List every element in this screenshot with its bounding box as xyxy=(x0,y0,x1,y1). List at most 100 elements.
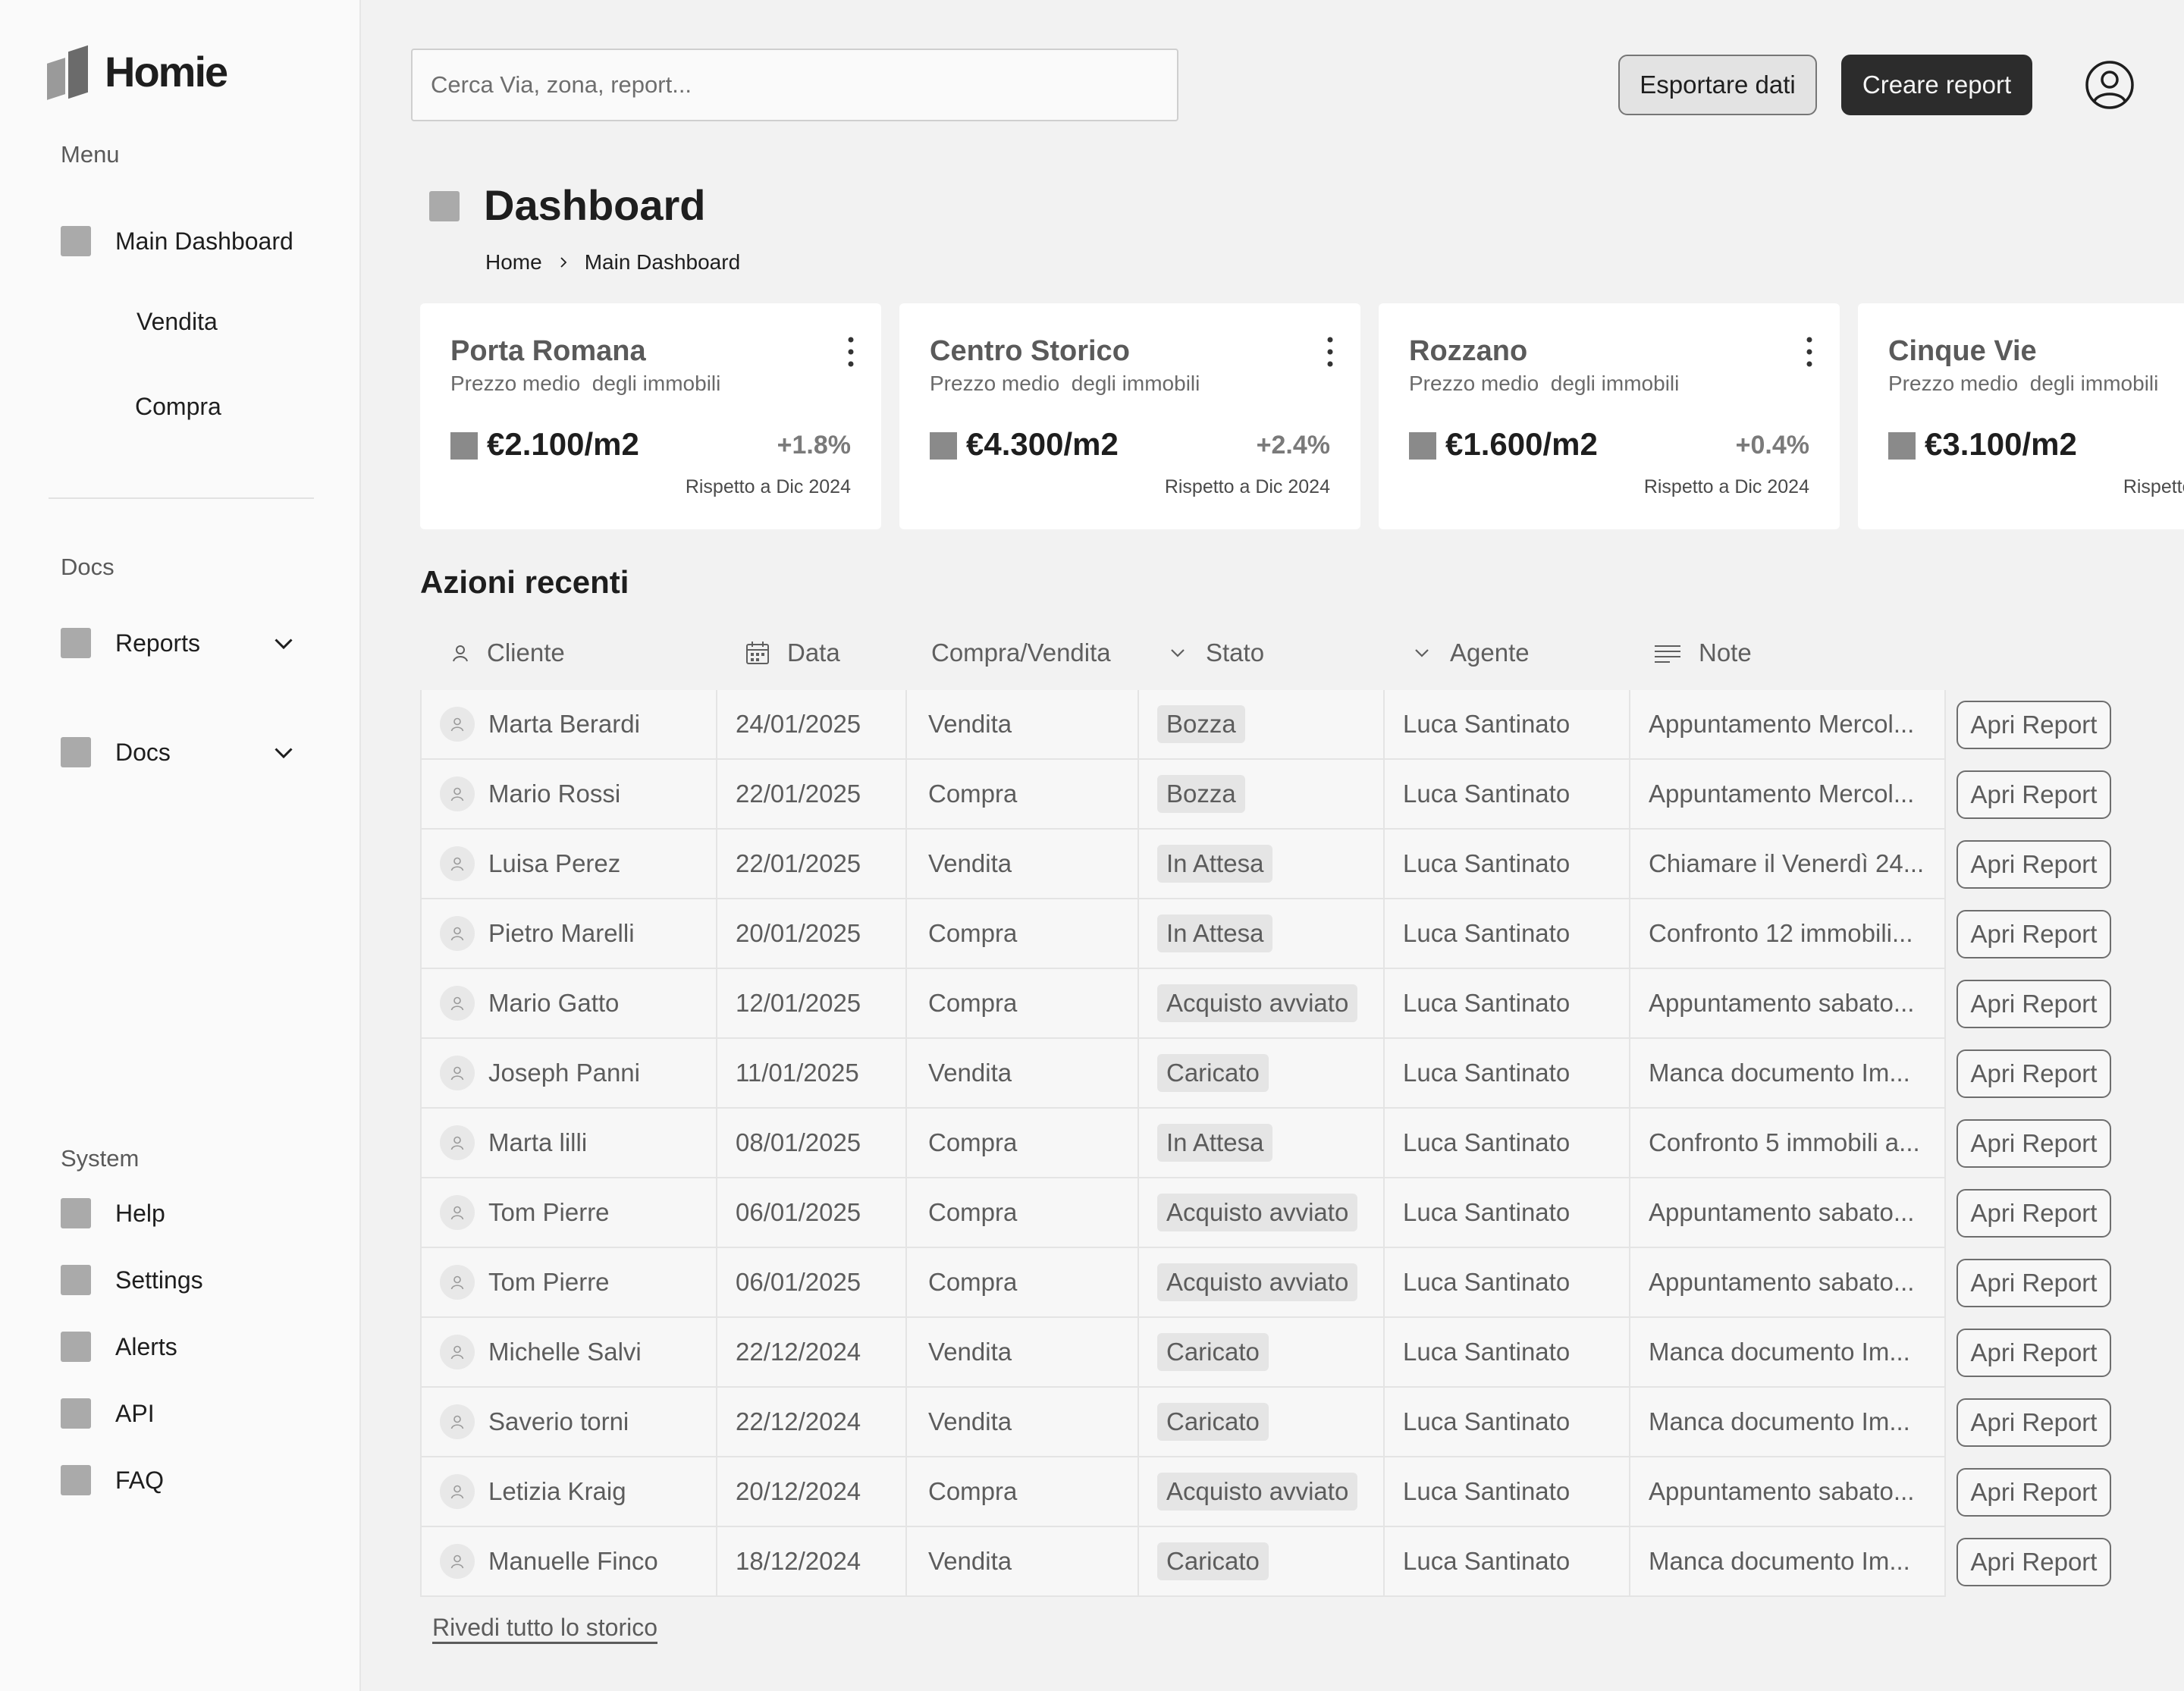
cell-stato: Acquisto avviato xyxy=(1139,1178,1385,1248)
cell-agente: Luca Santinato xyxy=(1385,1039,1630,1109)
cell-stato: Caricato xyxy=(1139,1318,1385,1388)
create-report-button[interactable]: Creare report xyxy=(1841,55,2032,115)
table-row[interactable]: Saverio torni 22/12/2024 Vendita Caricato Lu… xyxy=(420,1388,2111,1457)
open-report-button[interactable]: Apri Report xyxy=(1956,1119,2111,1168)
column-label: Agente xyxy=(1450,638,1530,667)
table-row[interactable]: Tom Pierre 06/01/2025 Compra Acquisto avvia… xyxy=(420,1248,2111,1318)
breadcrumb-home[interactable]: Home xyxy=(485,250,542,275)
more-vertical-icon[interactable] xyxy=(845,335,857,369)
table-row[interactable]: Luisa Perez 22/01/2025 Vendita In Attesa Luc… xyxy=(420,830,2111,899)
table-row[interactable]: Joseph Panni 11/01/2025 Vendita Caricato Luc… xyxy=(420,1039,2111,1109)
cell-cliente: Pietro Marelli xyxy=(420,899,717,969)
sidebar-subitem-compra[interactable]: Compra xyxy=(135,393,221,421)
open-report-button[interactable]: Apri Report xyxy=(1956,1398,2111,1447)
open-report-button[interactable]: Apri Report xyxy=(1956,770,2111,819)
cell-compra-vendita: Vendita xyxy=(907,1388,1139,1457)
recent-actions-title: Azioni recenti xyxy=(420,564,629,600)
status-badge: Acquisto avviato xyxy=(1157,1473,1358,1511)
card-area-name: Centro Storico xyxy=(930,335,1130,367)
client-name: Mario Rossi xyxy=(488,780,621,808)
open-report-button[interactable]: Apri Report xyxy=(1956,1538,2111,1586)
client-avatar-icon xyxy=(440,707,475,742)
open-report-button[interactable]: Apri Report xyxy=(1956,1329,2111,1377)
cell-note: Manca documento Im... xyxy=(1630,1318,1946,1388)
sidebar-item-main-dashboard[interactable]: Main Dashboard xyxy=(61,226,293,256)
cell-note: Appuntamento sabato... xyxy=(1630,1457,1946,1527)
cell-compra-vendita: Compra xyxy=(907,1248,1139,1318)
client-name: Marta Berardi xyxy=(488,710,640,738)
open-report-button[interactable]: Apri Report xyxy=(1956,1468,2111,1517)
cell-cliente: Joseph Panni xyxy=(420,1039,717,1109)
view-history-link[interactable]: Rivedi tutto lo storico xyxy=(432,1614,657,1642)
open-report-button[interactable]: Apri Report xyxy=(1956,840,2111,889)
sidebar-item-faq[interactable]: FAQ xyxy=(61,1465,164,1495)
client-avatar-icon xyxy=(440,1056,475,1090)
chevron-down-icon[interactable] xyxy=(270,739,297,766)
cell-stato: Bozza xyxy=(1139,760,1385,830)
column-header-compra-vendita[interactable]: Compra/Vendita xyxy=(931,638,1111,667)
cell-cliente: Marta Berardi xyxy=(420,690,717,760)
cell-data: 06/01/2025 xyxy=(717,1178,907,1248)
sidebar-item-api[interactable]: API xyxy=(61,1398,155,1429)
cell-data: 20/12/2024 xyxy=(717,1457,907,1527)
export-data-button[interactable]: Esportare dati xyxy=(1618,55,1817,115)
status-badge: Acquisto avviato xyxy=(1157,1263,1358,1301)
price-marker-icon xyxy=(1888,432,1916,460)
page-title: Dashboard xyxy=(484,181,706,229)
sidebar-item-label: Alerts xyxy=(115,1332,177,1360)
client-avatar-icon xyxy=(440,1265,475,1300)
search-input[interactable] xyxy=(411,49,1178,121)
user-icon xyxy=(453,645,468,662)
sidebar-item-help[interactable]: Help xyxy=(61,1198,165,1228)
cell-note: Confronto 12 immobili... xyxy=(1630,899,1946,969)
table-row[interactable]: Tom Pierre 06/01/2025 Compra Acquisto avvia… xyxy=(420,1178,2111,1248)
sidebar-item-alerts[interactable]: Alerts xyxy=(61,1332,177,1362)
table-row[interactable]: Mario Gatto 12/01/2025 Compra Acquisto avvi… xyxy=(420,969,2111,1039)
table-row[interactable]: Marta lilli 08/01/2025 Compra In Attesa Luca… xyxy=(420,1109,2111,1178)
column-header-cliente[interactable]: Cliente xyxy=(450,638,565,667)
status-badge: In Attesa xyxy=(1157,1124,1273,1162)
table-row[interactable]: Pietro Marelli 20/01/2025 Compra In Attesa L… xyxy=(420,899,2111,969)
table-row[interactable]: Letizia Kraig 20/12/2024 Compra Acquisto av… xyxy=(420,1457,2111,1527)
cell-data: 22/01/2025 xyxy=(717,830,907,899)
client-avatar-icon xyxy=(440,1474,475,1509)
sidebar-item-label: Help xyxy=(115,1199,165,1227)
card-subtitle: Prezzo medio degli immobili xyxy=(1409,372,1680,395)
table-row[interactable]: Mario Rossi 22/01/2025 Compra Bozza Luca San… xyxy=(420,760,2111,830)
open-report-button[interactable]: Apri Report xyxy=(1956,980,2111,1028)
open-report-button[interactable]: Apri Report xyxy=(1956,1049,2111,1098)
open-report-button[interactable]: Apri Report xyxy=(1956,1259,2111,1307)
card-area-name: Cinque Vie xyxy=(1888,335,2037,367)
sidebar-subitem-vendita[interactable]: Vendita xyxy=(136,308,218,336)
column-label: Note xyxy=(1699,638,1752,667)
card-comparison-note: Rispetto a Dic 2024 xyxy=(1164,476,1330,497)
cell-note: Appuntamento Mercol... xyxy=(1630,690,1946,760)
chevron-down-icon[interactable] xyxy=(270,629,297,657)
logo[interactable]: Homie xyxy=(47,45,228,100)
calendar-icon xyxy=(746,642,769,664)
column-label: Stato xyxy=(1206,638,1265,667)
open-report-button[interactable]: Apri Report xyxy=(1956,910,2111,958)
cell-compra-vendita: Vendita xyxy=(907,1318,1139,1388)
card-area-name: Rozzano xyxy=(1409,335,1528,367)
more-vertical-icon[interactable] xyxy=(1803,335,1815,369)
column-label: Cliente xyxy=(487,638,565,667)
column-header-data[interactable]: Data xyxy=(745,638,840,667)
status-badge: Bozza xyxy=(1157,775,1245,813)
sidebar-item-label: FAQ xyxy=(115,1466,165,1494)
table-row[interactable]: Michelle Salvi 22/12/2024 Vendita Caricato L… xyxy=(420,1318,2111,1388)
open-report-button[interactable]: Apri Report xyxy=(1956,1189,2111,1238)
sidebar-item-settings[interactable]: Settings xyxy=(61,1265,203,1295)
table-row[interactable]: Manuelle Finco 18/12/2024 Vendita Caricato L… xyxy=(420,1527,2111,1597)
table-row[interactable]: Marta Berardi 24/01/2025 Vendita Bozza Luca … xyxy=(420,690,2111,760)
more-vertical-icon[interactable] xyxy=(1324,335,1336,369)
sidebar-divider xyxy=(49,497,314,499)
column-header-note[interactable]: Note xyxy=(1653,638,1752,667)
alerts-icon xyxy=(61,1332,91,1362)
open-report-button[interactable]: Apri Report xyxy=(1956,701,2111,749)
column-header-agente[interactable]: Agente xyxy=(1410,638,1530,667)
column-header-stato[interactable]: Stato xyxy=(1166,638,1264,667)
cell-compra-vendita: Compra xyxy=(907,1457,1139,1527)
user-account-icon[interactable] xyxy=(2084,59,2135,111)
status-badge: In Attesa xyxy=(1157,915,1273,952)
